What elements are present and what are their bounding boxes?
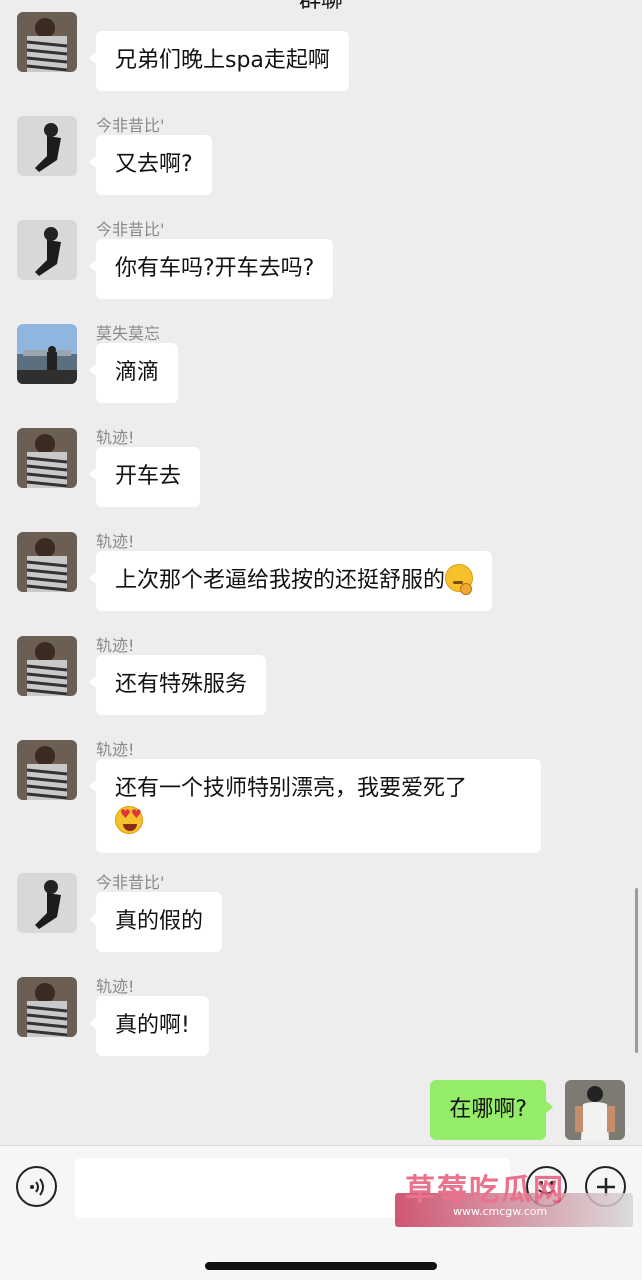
message-text: 真的假的 xyxy=(115,909,204,934)
message-text: 还有一个技师特别漂亮，我要爱死了 xyxy=(115,776,468,801)
message-text: 滴滴 xyxy=(115,360,160,385)
heart-eyes-face-icon xyxy=(115,806,143,834)
city-view-avatar[interactable] xyxy=(17,324,77,384)
sender-name: 今非昔比' xyxy=(96,873,165,892)
message-text: 在哪啊? xyxy=(449,1097,527,1122)
message-text: 上次那个老逼给我按的还挺舒服的 xyxy=(115,568,446,593)
sender-name: 今非昔比' xyxy=(96,220,165,239)
dark-coat-man-avatar[interactable] xyxy=(17,116,77,176)
striped-shirt-man-avatar[interactable] xyxy=(17,636,77,696)
chat-header: 群聊 xyxy=(0,0,642,18)
message-bubble[interactable]: 还有特殊服务 xyxy=(88,655,267,715)
dark-coat-man-avatar[interactable] xyxy=(17,873,77,933)
dark-coat-man-avatar[interactable] xyxy=(17,220,77,280)
striped-shirt-man-avatar[interactable] xyxy=(17,740,77,800)
message-bubble[interactable]: 还有一个技师特别漂亮，我要爱死了 xyxy=(89,759,541,853)
message-text: 开车去 xyxy=(115,464,182,489)
message-bubble[interactable]: 又去啊? xyxy=(89,135,212,195)
sender-name: 轨迹! xyxy=(96,428,135,447)
sender-name: 莫失莫忘 xyxy=(96,324,161,343)
sender-name: 轨迹! xyxy=(96,740,135,759)
striped-shirt-man-avatar[interactable] xyxy=(17,977,77,1037)
voice-icon xyxy=(29,1177,44,1196)
striped-shirt-man-avatar[interactable] xyxy=(17,428,77,488)
message-text: 还有特殊服务 xyxy=(115,672,248,697)
message-bubble[interactable]: 兄弟们晚上spa走起啊 xyxy=(89,31,349,91)
watermark-url: www.cmcgw.com xyxy=(453,1205,548,1218)
white-tanktop-man-avatar[interactable] xyxy=(565,1080,625,1140)
message-bubble[interactable]: 开车去 xyxy=(88,447,201,507)
message-text: 又去啊? xyxy=(115,152,193,177)
message-bubble[interactable]: 你有车吗?开车去吗? xyxy=(88,239,334,299)
chat-screen: 群聊 兄弟们晚上spa走起啊 今非昔比' 又去啊? 今非昔比' 你有车吗?开车去… xyxy=(0,0,642,1280)
message-text: 你有车吗?开车去吗? xyxy=(115,256,315,281)
sender-name: 今非昔比' xyxy=(96,116,165,135)
sender-name: 轨迹! xyxy=(96,636,135,655)
message-bubble[interactable]: 滴滴 xyxy=(88,343,179,403)
striped-shirt-man-avatar[interactable] xyxy=(17,532,77,592)
message-text: 兄弟们晚上spa走起啊 xyxy=(115,48,330,73)
voice-button[interactable] xyxy=(16,1166,57,1207)
watermark-title: 草莓吃瓜网 xyxy=(405,1173,565,1208)
thinking-face-icon xyxy=(445,564,474,595)
message-bubble[interactable]: 真的假的 xyxy=(88,892,223,952)
site-watermark: 草莓吃瓜网 www.cmcgw.com xyxy=(395,1165,633,1230)
scrollbar[interactable] xyxy=(635,888,638,1053)
message-bubble[interactable]: 真的啊! xyxy=(89,996,209,1056)
chat-title: 群聊 xyxy=(298,0,343,13)
home-indicator[interactable] xyxy=(205,1262,437,1270)
sender-name: 轨迹! xyxy=(96,977,135,996)
my-message-bubble[interactable]: 在哪啊? xyxy=(430,1080,553,1140)
message-bubble[interactable]: 上次那个老逼给我按的还挺舒服的 xyxy=(88,551,493,611)
message-text: 真的啊! xyxy=(115,1013,190,1038)
striped-shirt-man-avatar[interactable] xyxy=(17,12,77,72)
sender-name: 轨迹! xyxy=(96,532,135,551)
